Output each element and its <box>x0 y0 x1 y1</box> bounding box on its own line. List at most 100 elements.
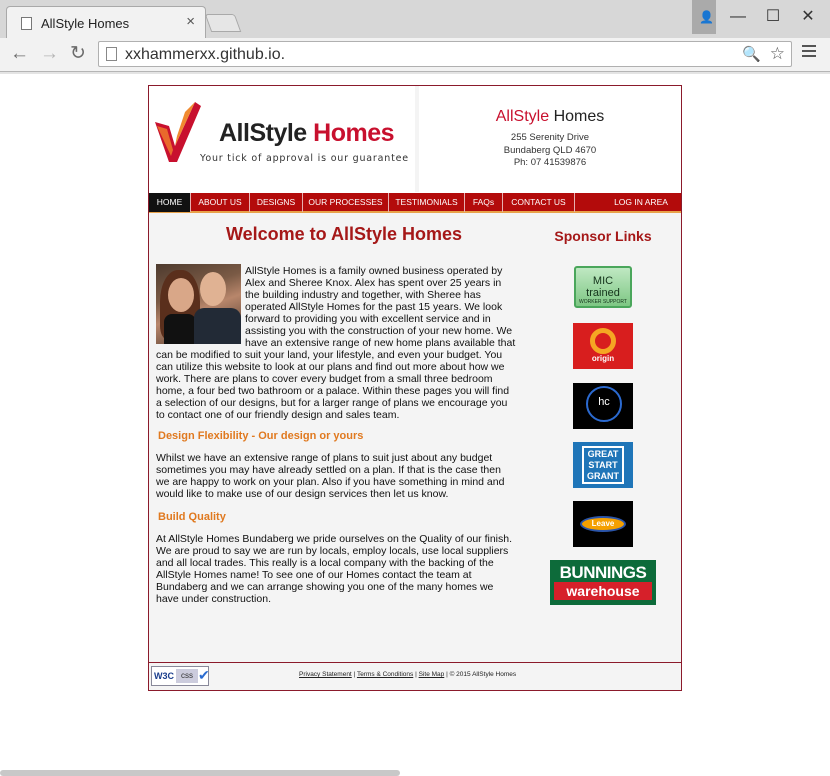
w3c-css-badge[interactable]: W3C css ✔ <box>151 666 210 686</box>
nav-about-us[interactable]: ABOUT US <box>191 193 250 212</box>
sponsor-leave[interactable]: Leave <box>573 501 633 547</box>
tab-strip: AllStyle Homes × 👤 — ☐ ✕ <box>0 0 830 38</box>
sponsor-great-start-grant[interactable]: GREAT START GRANT <box>573 442 633 488</box>
build-quality-paragraph: At AllStyle Homes Bundaberg we pride our… <box>156 533 536 605</box>
paragraph-line: At AllStyle Homes Bundaberg we pride our… <box>156 533 513 545</box>
forward-icon[interactable]: → <box>40 43 59 65</box>
section-heading-design-flexibility: Design Flexibility - Our design or yours <box>158 430 364 442</box>
sponsor-bunnings-sublabel: warehouse <box>554 582 652 600</box>
privacy-statement-link[interactable]: Privacy Statement <box>299 671 352 678</box>
paragraph-line: Whilst we have an extensive range of pla… <box>156 452 493 464</box>
paragraph-line: would like to make use of our design ser… <box>156 488 449 500</box>
tick-logo-icon <box>155 102 201 162</box>
contact-street: 255 Serenity Drive <box>510 132 590 143</box>
paragraph-line: sometimes you may have already settled o… <box>156 464 501 476</box>
gsg-line: GRANT <box>587 471 619 481</box>
sponsor-origin[interactable]: origin <box>573 323 633 369</box>
intro-line: a selection of our designs, but for a la… <box>156 397 508 409</box>
nav-home[interactable]: HOME <box>149 193 191 212</box>
paragraph-line: Bundaberg and we can arrange showing you… <box>156 581 494 593</box>
intro-line: can utilize this website to look at our … <box>156 361 505 373</box>
browser-chrome: AllStyle Homes × 👤 — ☐ ✕ ← → ↻ xxhammerx… <box>0 0 830 74</box>
intro-line: can be modified to suit your land, your … <box>156 349 503 361</box>
nav-testimonials[interactable]: TESTIMONIALS <box>389 193 465 212</box>
sponsor-bunnings[interactable]: BUNNINGS warehouse <box>550 560 656 605</box>
paragraph-line: and all local trades. This really is a l… <box>156 557 494 569</box>
nav-our-processes[interactable]: OUR PROCESSES <box>303 193 389 212</box>
intro-line: operated AllStyle Homes for the past 15 … <box>245 301 503 313</box>
intro-line: work. There are plans to cover every bud… <box>156 373 493 385</box>
nav-log-in-area[interactable]: LOG IN AREA <box>601 193 681 212</box>
intro-line: have an extensive range of new home plan… <box>245 337 516 349</box>
minimize-button[interactable]: — <box>728 8 748 26</box>
origin-ring-icon <box>590 328 616 354</box>
maximize-button[interactable]: ☐ <box>763 8 783 26</box>
close-window-button[interactable]: ✕ <box>798 8 818 26</box>
bookmark-star-icon[interactable]: ☆ <box>770 44 785 64</box>
css-label: css <box>176 669 198 683</box>
address-bar[interactable]: xxhammerxx.github.io. 🔍 ☆ <box>98 41 792 67</box>
paragraph-line: we are happy to work on your plan. Also … <box>156 476 505 488</box>
check-icon: ✔ <box>198 667 210 683</box>
copyright-text: © 2015 AllStyle Homes <box>449 671 517 678</box>
back-icon[interactable]: ← <box>10 43 29 65</box>
paragraph-line: AllStyle Homes name! To see one of our H… <box>156 569 472 581</box>
owners-photo <box>156 264 241 344</box>
url-text[interactable]: xxhammerxx.github.io. <box>125 46 285 64</box>
logo-tagline: Your tick of approval is our guarantee <box>200 153 409 164</box>
zoom-icon[interactable]: 🔍 <box>742 45 761 63</box>
contact-company-name: AllStyle Homes <box>419 108 681 126</box>
sponsor-hc-label: hc <box>598 396 610 408</box>
nav-contact-us[interactable]: CONTACT US <box>503 193 575 212</box>
page-viewport: AllStyle Homes Your tick of approval is … <box>0 74 830 776</box>
contact-city: Bundaberg QLD 4670 <box>503 145 597 156</box>
terms-conditions-link[interactable]: Terms & Conditions <box>357 671 413 678</box>
w3c-label: W3C <box>154 671 174 681</box>
intro-line: AllStyle Homes is a family owned busines… <box>245 265 503 277</box>
intro-paragraph-wrap: AllStyle Homes is a family owned busines… <box>245 265 535 349</box>
nav-designs[interactable]: DESIGNS <box>250 193 303 212</box>
intro-line: forward to providing you with excellent … <box>245 313 491 325</box>
sponsor-leave-label: Leave <box>580 516 626 532</box>
sponsor-hc[interactable]: hc <box>573 383 633 429</box>
paragraph-line: have under construction. <box>156 593 271 605</box>
intro-line: the building industry and together, with… <box>245 289 481 301</box>
browser-tab[interactable]: AllStyle Homes × <box>6 6 206 38</box>
main-nav: HOME ABOUT US DESIGNS OUR PROCESSES TEST… <box>149 192 681 213</box>
sponsor-links-title: Sponsor Links <box>554 228 652 244</box>
sponsor-mic-label: MIC trained <box>586 275 620 299</box>
sponsor-mic-trained[interactable]: MIC trained WORKER SUPPORT <box>574 266 632 308</box>
sponsor-mic-sublabel: WORKER SUPPORT <box>579 299 627 305</box>
sponsor-bunnings-label: BUNNINGS <box>559 563 647 582</box>
gsg-line: GREAT <box>587 449 619 459</box>
intro-line: home, a four bed two bathroom or a palac… <box>156 385 510 397</box>
gsg-box: GREAT START GRANT <box>582 446 624 484</box>
profile-button[interactable]: 👤 <box>692 0 716 34</box>
site-map-link[interactable]: Site Map <box>419 671 445 678</box>
nav-faqs[interactable]: FAQs <box>465 193 503 212</box>
intro-line: to contact one of our friendly design an… <box>156 409 400 421</box>
page-icon <box>106 47 117 61</box>
logo-wordmark: AllStyle Homes <box>219 119 395 148</box>
site-logo[interactable]: AllStyle Homes Your tick of approval is … <box>149 86 415 192</box>
tab-title: AllStyle Homes <box>41 16 130 31</box>
gsg-line: START <box>588 460 618 470</box>
logo-word-homes: Homes <box>313 119 395 147</box>
browser-toolbar: ← → ↻ xxhammerxx.github.io. 🔍 ☆ <box>0 38 830 72</box>
person-icon: 👤 <box>699 10 714 24</box>
browser-menu-icon[interactable] <box>802 45 816 60</box>
reload-icon[interactable]: ↻ <box>70 43 86 65</box>
page-title: Welcome to AllStyle Homes <box>225 224 463 244</box>
new-tab-button[interactable] <box>204 14 242 32</box>
horizontal-scrollbar[interactable] <box>0 770 400 776</box>
sponsor-origin-label: origin <box>591 354 615 363</box>
intro-line: assisting you with the construction of y… <box>245 325 513 337</box>
paragraph-line: We are proud to say we are run by locals… <box>156 545 509 557</box>
footer-links: Privacy Statement | Terms & Conditions |… <box>299 671 517 678</box>
tab-close-icon[interactable]: × <box>186 14 195 29</box>
page-favicon-icon <box>21 17 32 30</box>
intro-paragraph: can be modified to suit your land, your … <box>156 349 536 421</box>
design-flexibility-paragraph: Whilst we have an extensive range of pla… <box>156 452 536 500</box>
section-heading-build-quality: Build Quality <box>158 511 226 523</box>
contact-name-red: AllStyle <box>495 108 550 125</box>
